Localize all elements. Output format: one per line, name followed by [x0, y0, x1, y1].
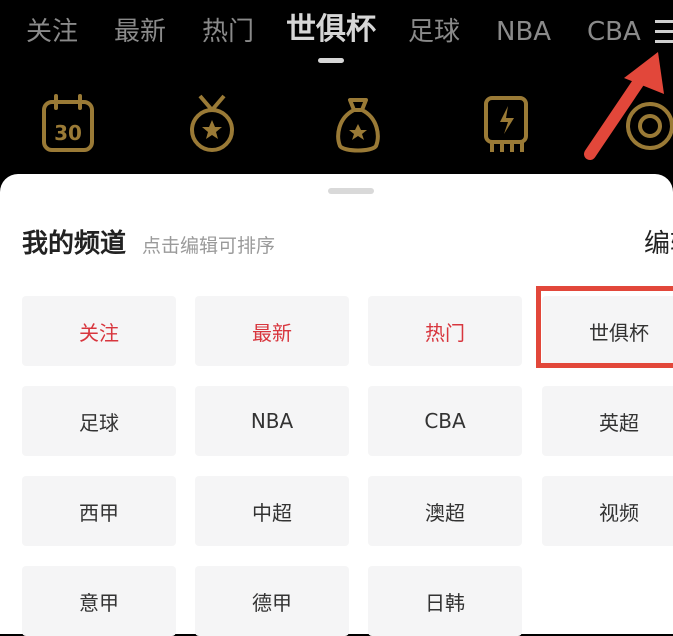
lightning-card-icon[interactable]	[478, 92, 538, 156]
sheet-title: 我的频道	[22, 229, 127, 259]
svg-text:30: 30	[54, 121, 82, 145]
tab-follow[interactable]: 关注	[26, 14, 78, 50]
channel-chip-csl[interactable]: 中超	[195, 476, 349, 546]
tab-football[interactable]: 足球	[408, 14, 460, 50]
channel-chip-follow[interactable]: 关注	[22, 296, 176, 366]
channel-chip-bundesliga[interactable]: 德甲	[195, 566, 349, 636]
sheet-grabber[interactable]	[328, 188, 374, 194]
channel-chip-nba[interactable]: NBA	[195, 386, 349, 456]
channel-sheet: 我的频道 点击编辑可排序 编辑 关注 最新 热门 世俱杯 足球 NBA CBA …	[0, 174, 673, 636]
medal-icon[interactable]	[182, 92, 242, 156]
channel-chip-latest[interactable]: 最新	[195, 296, 349, 366]
channel-chip-serie-a[interactable]: 意甲	[22, 566, 176, 636]
active-tab-indicator	[318, 58, 344, 63]
channel-chip-japan-korea[interactable]: 日韩	[368, 566, 522, 636]
highlight-box	[536, 286, 673, 368]
tab-club-world-cup[interactable]: 世俱杯	[286, 12, 376, 48]
red-arrow-annotation	[572, 44, 672, 164]
calendar-icon[interactable]: 30	[38, 92, 98, 156]
channel-chip-la-liga[interactable]: 西甲	[22, 476, 176, 546]
channel-chip-a-league[interactable]: 澳超	[368, 476, 522, 546]
channel-chip-video[interactable]: 视频	[542, 476, 673, 546]
channel-chip-cba[interactable]: CBA	[368, 386, 522, 456]
money-bag-icon[interactable]	[328, 92, 388, 156]
tab-nba[interactable]: NBA	[496, 14, 551, 50]
tab-hot[interactable]: 热门	[202, 14, 254, 50]
channel-chip-hot[interactable]: 热门	[368, 296, 522, 366]
channel-chip-football[interactable]: 足球	[22, 386, 176, 456]
sheet-hint: 点击编辑可排序	[142, 235, 276, 257]
tab-latest[interactable]: 最新	[114, 14, 166, 50]
edit-button[interactable]: 编辑	[644, 226, 673, 262]
channel-chip-premier-league[interactable]: 英超	[542, 386, 673, 456]
